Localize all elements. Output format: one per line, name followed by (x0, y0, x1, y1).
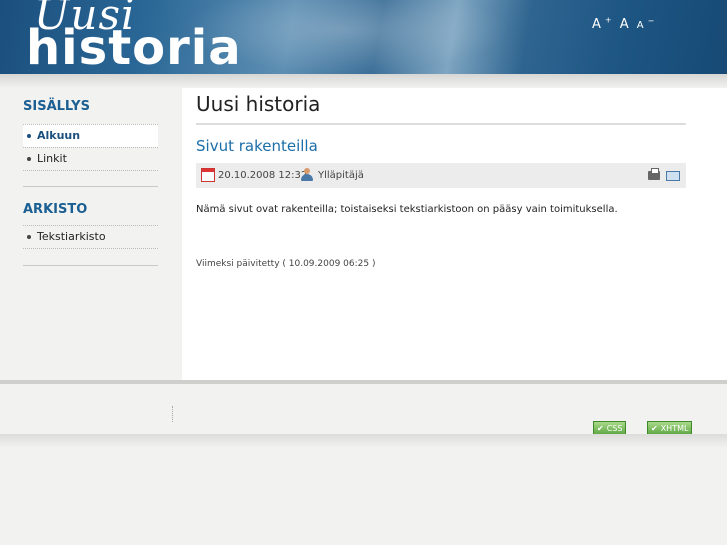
section-title-arkisto: ARKISTO (23, 202, 88, 217)
last-updated: Viimeksi päivitetty ( 10.09.2009 06:25 ) (196, 259, 376, 269)
menu-sisallys: Alkuun Linkit (23, 124, 158, 171)
article-body: Nämä sivut ovat rakenteilla; toistaiseks… (196, 204, 618, 215)
sidebar-item-linkit[interactable]: Linkit (23, 147, 158, 171)
main-content: Uusi historia Sivut rakenteilla 20.10.20… (182, 88, 727, 380)
font-reset-button[interactable]: A (620, 17, 629, 32)
font-decrease-button[interactable]: A − (637, 17, 655, 31)
article-title-link[interactable]: Sivut rakenteilla (196, 137, 318, 155)
logo-main-text: historia (26, 20, 242, 74)
page-title: Uusi historia (196, 92, 321, 116)
print-icon[interactable] (648, 168, 660, 180)
font-increase-button[interactable]: A + (592, 16, 612, 32)
sidebar-divider (23, 186, 158, 187)
section-title-sisallys: SISÄLLYS (23, 99, 90, 114)
menu-arkisto: Tekstiarkisto (23, 225, 158, 249)
check-icon: ✔ (651, 424, 658, 433)
footer-shadow (0, 434, 727, 448)
bullet-icon (27, 157, 31, 161)
bullet-icon (27, 134, 31, 138)
footer: ✔ CSS ✔ XHTML (0, 384, 727, 436)
check-icon: ✔ (597, 424, 604, 433)
bullet-icon (27, 235, 31, 239)
sidebar: SISÄLLYS Alkuun Linkit ARKISTO Tekstiark… (0, 88, 182, 380)
user-icon (301, 168, 313, 181)
title-divider (196, 123, 686, 125)
sidebar-divider (23, 265, 158, 266)
header-shadow (0, 74, 727, 88)
site-header: Uusi historia A + A A − (0, 0, 727, 74)
font-size-controls: A + A A − (592, 16, 658, 32)
article-date: 20.10.2008 12:32 (218, 170, 308, 181)
email-icon[interactable] (666, 171, 680, 181)
footer-divider (172, 406, 173, 422)
sidebar-item-tekstiarkisto[interactable]: Tekstiarkisto (23, 225, 158, 249)
article-author: Ylläpitäjä (318, 170, 364, 181)
calendar-icon (201, 168, 215, 182)
article-meta-bar: 20.10.2008 12:32 Ylläpitäjä (196, 163, 686, 188)
sidebar-item-alkuun[interactable]: Alkuun (23, 124, 158, 147)
